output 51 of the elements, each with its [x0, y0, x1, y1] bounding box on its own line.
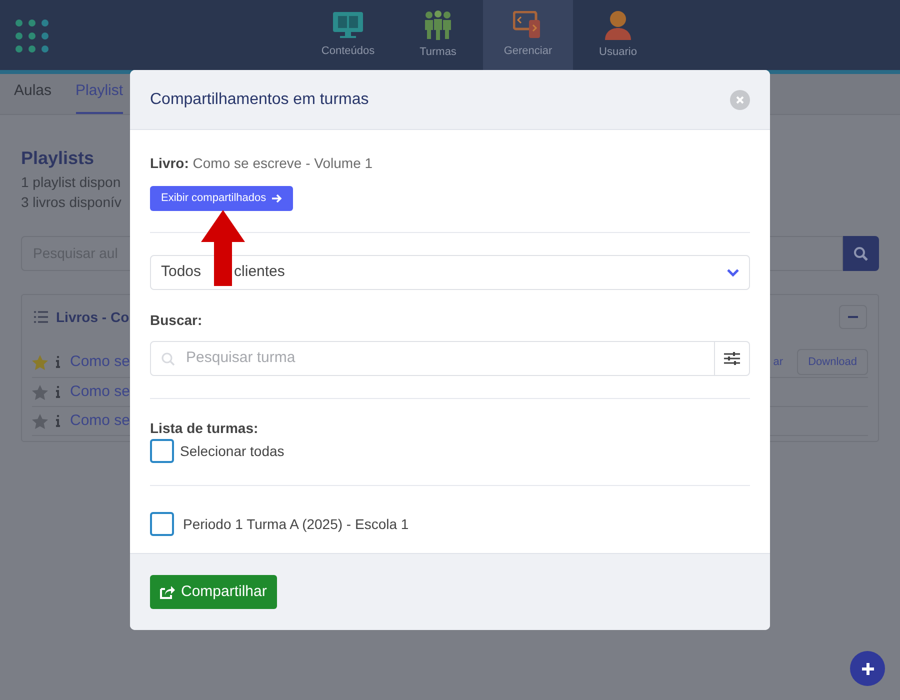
client-select[interactable]: Todos clientes [150, 255, 750, 290]
download-button[interactable]: Download [797, 349, 868, 375]
sliders-icon [724, 352, 740, 365]
apps-grid-icon[interactable] [15, 19, 49, 53]
arrow-right-icon [272, 194, 282, 203]
add-button[interactable] [850, 651, 885, 686]
share-icon [160, 585, 175, 599]
monitor-book-icon [332, 10, 364, 39]
filter-button[interactable] [715, 341, 750, 376]
summary-text: 3 livros disponív [21, 193, 122, 212]
close-icon [736, 96, 744, 104]
devices-icon [513, 10, 543, 39]
book-link[interactable]: Como se [70, 410, 130, 432]
list-icon [34, 311, 48, 323]
star-icon[interactable] [32, 384, 48, 400]
action-link[interactable]: ar [773, 354, 784, 370]
people-icon [423, 10, 453, 40]
class-label[interactable]: Periodo 1 Turma A (2025) - Escola 1 [183, 514, 409, 534]
collapse-button[interactable] [839, 305, 867, 329]
select-all-label[interactable]: Selecionar todas [180, 440, 284, 462]
book-title: Como se escreve - Volume 1 [192, 155, 373, 171]
search-icon [161, 352, 175, 366]
minus-icon [848, 316, 858, 318]
page-title: Playlists [21, 147, 94, 170]
info-icon[interactable] [56, 415, 60, 427]
modal-title: Compartilhamentos em turmas [150, 90, 369, 110]
tab[interactable]: Playlist [76, 80, 124, 114]
plus-icon [860, 662, 874, 676]
list-label: Lista de turmas: [150, 419, 260, 437]
summary-text: 1 playlist dispon [21, 173, 121, 192]
chevron-down-icon [727, 268, 739, 276]
book-label: Livro: [150, 155, 189, 171]
info-icon[interactable] [56, 356, 60, 368]
info-icon[interactable] [56, 386, 60, 398]
checkbox[interactable] [150, 439, 174, 463]
nav-item[interactable]: Gerenciar [483, 0, 573, 70]
tab[interactable]: Aulas [14, 80, 52, 114]
user-icon [603, 10, 633, 40]
search-icon [853, 246, 869, 262]
class-search-field[interactable]: Pesquisar turma [150, 341, 715, 376]
book-link[interactable]: Como se [70, 380, 130, 404]
close-button[interactable] [730, 90, 750, 110]
share-button[interactable]: Compartilhar [150, 575, 277, 609]
checkbox[interactable] [150, 512, 174, 536]
search-button[interactable] [843, 236, 879, 271]
show-shared-button[interactable]: Exibir compartilhados [150, 186, 294, 211]
card-title: Livros - Co [56, 308, 130, 326]
search-label: Buscar: [150, 311, 204, 330]
star-icon[interactable] [32, 414, 48, 428]
star-icon[interactable] [32, 354, 48, 370]
book-link[interactable]: Como se [70, 350, 130, 374]
